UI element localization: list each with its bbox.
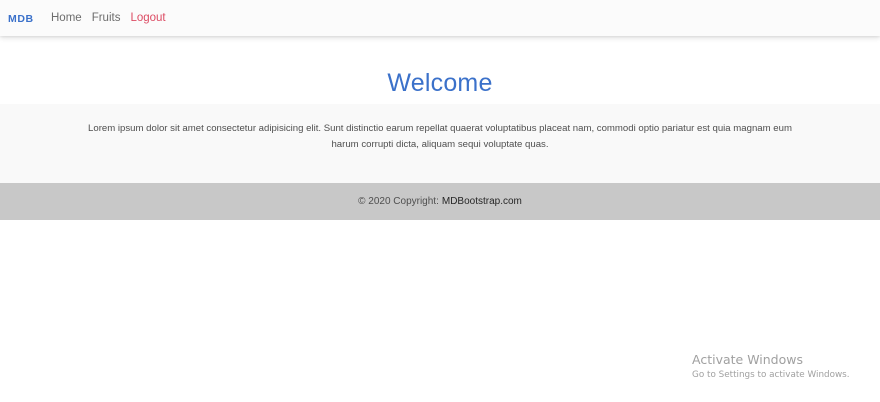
watermark-subtitle: Go to Settings to activate Windows. — [692, 370, 850, 380]
intro-paragraph: Lorem ipsum dolor sit amet consectetur a… — [88, 123, 792, 150]
footer: © 2020 Copyright: MDBootstrap.com — [0, 183, 880, 220]
copyright-text: © 2020 Copyright: — [358, 196, 439, 207]
page-title: Welcome — [387, 69, 493, 97]
watermark-title: Activate Windows — [692, 352, 803, 367]
nav-link-logout[interactable]: Logout — [130, 12, 165, 24]
content-section: Lorem ipsum dolor sit amet consectetur a… — [0, 104, 880, 183]
mdb-logo-icon: MDB — [8, 13, 34, 24]
hero-section: Welcome — [0, 36, 880, 104]
nav-link-fruits[interactable]: Fruits — [92, 12, 121, 24]
svg-text:MDB: MDB — [8, 13, 34, 24]
footer-link-mdbootstrap[interactable]: MDBootstrap.com — [442, 196, 522, 207]
activate-windows-watermark: Activate Windows Go to Settings to activ… — [692, 352, 850, 381]
mdb-logo[interactable]: MDB — [8, 11, 34, 25]
navbar: MDB Home Fruits Logout — [0, 0, 880, 36]
nav-link-home[interactable]: Home — [51, 12, 82, 24]
